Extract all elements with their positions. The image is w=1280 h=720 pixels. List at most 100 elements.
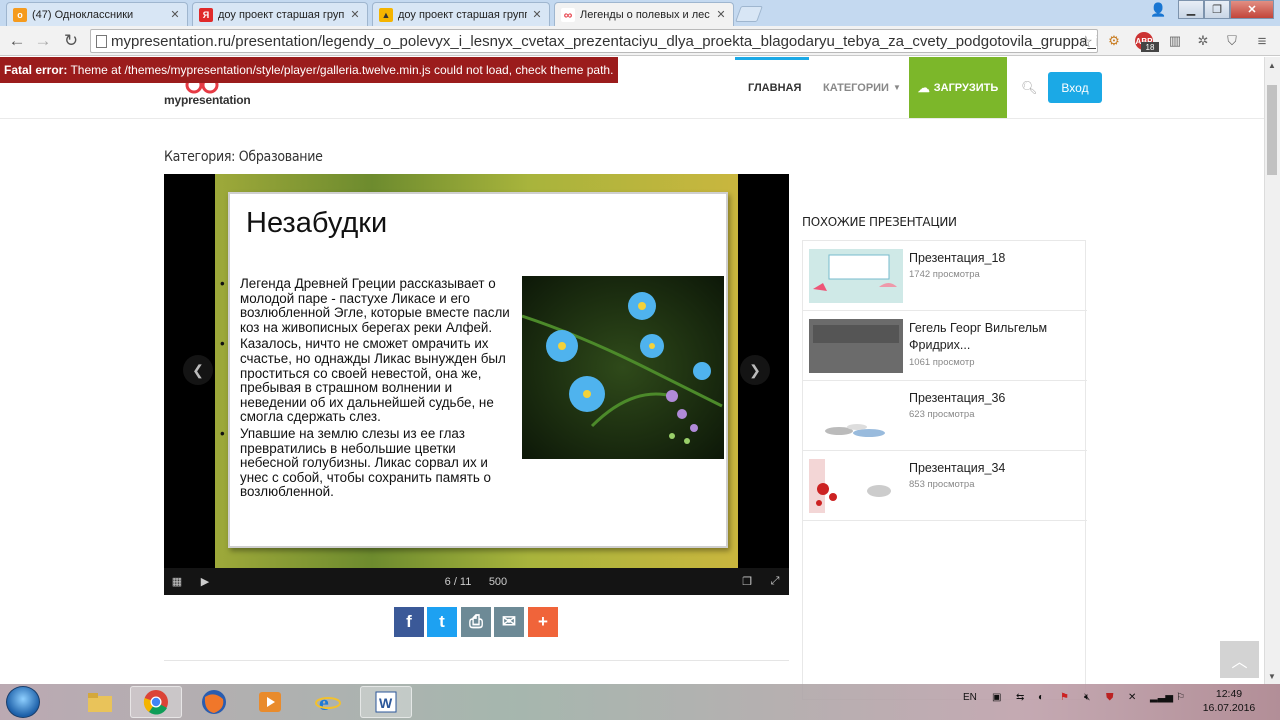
fullscreen-icon[interactable]: ⤢ bbox=[762, 568, 788, 595]
explorer-taskbar-icon[interactable] bbox=[74, 686, 126, 718]
forget-me-not-image bbox=[522, 276, 724, 459]
scroll-down-arrow-icon[interactable]: ▼ bbox=[1264, 668, 1280, 684]
tray-network-icon[interactable]: ⚐ bbox=[1176, 692, 1185, 703]
list-item-title[interactable]: Презентация_36 bbox=[909, 390, 1081, 407]
internet-explorer-icon: e bbox=[315, 690, 341, 715]
browser-tab-odnoklassniki[interactable]: o (47) Одноклассники ✕ bbox=[6, 2, 188, 26]
media-player-icon bbox=[259, 692, 281, 712]
scrollbar-thumb[interactable] bbox=[1267, 85, 1277, 175]
close-tab-icon[interactable]: ✕ bbox=[531, 8, 543, 21]
twitter-share-button[interactable]: t bbox=[427, 607, 457, 637]
back-to-top-button[interactable]: ︿ bbox=[1220, 641, 1259, 678]
scroll-up-arrow-icon[interactable]: ▲ bbox=[1264, 57, 1280, 73]
next-slide-button[interactable]: ❯ bbox=[740, 355, 770, 385]
slide-bullet: Казалось, ничто не сможет омрачить их сч… bbox=[219, 337, 516, 425]
nav-home[interactable]: ГЛАВНАЯ bbox=[748, 57, 801, 118]
firefox-taskbar-icon[interactable] bbox=[188, 686, 240, 718]
facebook-share-button[interactable]: f bbox=[394, 607, 424, 637]
tray-device-icon[interactable]: ▣ bbox=[992, 692, 1001, 703]
yandex-icon: Я bbox=[199, 7, 213, 22]
prev-slide-button[interactable]: ❮ bbox=[183, 355, 213, 385]
nav-categories[interactable]: КАТЕГОРИИ ▼ bbox=[823, 57, 901, 118]
user-profile-icon[interactable]: 👤 bbox=[1150, 2, 1170, 20]
windows-start-button[interactable] bbox=[6, 686, 40, 718]
reload-icon[interactable]: ↻ bbox=[60, 30, 82, 52]
slide-title: Незабудки bbox=[246, 207, 388, 239]
minimize-button[interactable]: ▁ bbox=[1178, 0, 1204, 19]
extension-icon[interactable]: ⚙ bbox=[1104, 31, 1124, 51]
cloud-upload-icon: ☁ bbox=[917, 80, 930, 95]
similar-presentations-list: Презентация_18 1742 просмотра Гегель Гео… bbox=[802, 240, 1087, 700]
list-item[interactable]: Презентация_18 1742 просмотра bbox=[803, 241, 1087, 311]
list-item[interactable]: Презентация_34 853 просмотра bbox=[803, 451, 1087, 521]
error-label: Fatal error: bbox=[4, 63, 68, 77]
nav-categories-label: КАТЕГОРИИ bbox=[823, 81, 889, 94]
list-item-views: 1742 просмотра bbox=[909, 269, 980, 280]
tab-title: (47) Одноклассники bbox=[32, 8, 134, 21]
chrome-taskbar-icon[interactable] bbox=[130, 686, 182, 718]
list-item-views: 853 просмотра bbox=[909, 479, 975, 490]
browser-tab-mypresentation[interactable]: ∞ Легенды о полевых и лес ✕ bbox=[554, 2, 734, 26]
tab-title: Легенды о полевых и лес bbox=[580, 8, 710, 21]
close-tab-icon[interactable]: ✕ bbox=[169, 8, 181, 21]
taskbar-clock[interactable]: 12:49 16.07.2016 bbox=[1200, 687, 1258, 715]
window-controls: ▁ ❐ ✕ bbox=[1178, 0, 1274, 19]
slide-bullet: Легенда Древней Греции рассказывает о мо… bbox=[219, 276, 516, 335]
caret-down-icon: ▼ bbox=[892, 83, 901, 92]
list-item-title[interactable]: Презентация_18 bbox=[909, 250, 1081, 267]
list-item-title[interactable]: Гегель Георг Вильгельм Фридрих... bbox=[909, 320, 1081, 354]
tab-title: доу проект старшая групп bbox=[398, 8, 527, 21]
close-window-button[interactable]: ✕ bbox=[1230, 0, 1274, 19]
upload-button[interactable]: ☁ ЗАГРУЗИТЬ bbox=[909, 57, 1007, 118]
slide-bullets: Легенда Древней Греции рассказывает о мо… bbox=[219, 276, 516, 502]
shield-icon[interactable]: ⛉ bbox=[1222, 31, 1242, 51]
maximize-button[interactable]: ❐ bbox=[1204, 0, 1230, 19]
barcode-icon[interactable]: ▥ bbox=[1165, 31, 1185, 51]
page-icon bbox=[96, 35, 107, 48]
menu-icon[interactable]: ≡ bbox=[1252, 31, 1272, 51]
nav-home-label: ГЛАВНАЯ bbox=[748, 81, 802, 94]
list-item-title[interactable]: Презентация_34 bbox=[909, 460, 1081, 477]
tray-network-share-icon[interactable]: ⇆ bbox=[1016, 692, 1024, 703]
popout-icon[interactable]: ❐ bbox=[734, 568, 760, 595]
url-text: mypresentation.ru/presentation/legendy_o… bbox=[111, 32, 1098, 50]
tray-flag-icon[interactable]: ⚑ bbox=[1060, 692, 1069, 703]
svg-text:e: e bbox=[319, 690, 329, 715]
list-item[interactable]: Презентация_36 623 просмотра bbox=[803, 381, 1087, 451]
back-arrow-icon[interactable]: ← bbox=[6, 30, 28, 52]
ie-taskbar-icon[interactable]: e bbox=[302, 686, 354, 718]
language-indicator[interactable]: EN bbox=[963, 692, 977, 703]
email-share-button[interactable]: ✉ bbox=[494, 607, 524, 637]
chrome-icon bbox=[143, 690, 168, 715]
slide-bullet: Упавшие на землю слезы из ее глаз превра… bbox=[219, 426, 516, 500]
word-icon: W bbox=[375, 691, 397, 713]
tray-muted-icon[interactable]: ✕ bbox=[1128, 692, 1136, 703]
tray-app-icon[interactable]: ◐ bbox=[1038, 692, 1044, 703]
tray-shield-icon[interactable]: ⛊ bbox=[1106, 692, 1114, 703]
folder-icon bbox=[88, 693, 112, 712]
address-bar[interactable]: mypresentation.ru/presentation/legendy_o… bbox=[90, 29, 1098, 53]
close-tab-icon[interactable]: ✕ bbox=[349, 8, 361, 21]
media-player-taskbar-icon[interactable] bbox=[244, 686, 296, 718]
forward-arrow-icon[interactable]: → bbox=[32, 30, 54, 52]
list-item-views: 1061 просмотр bbox=[909, 357, 975, 368]
print-button[interactable]: ⎙ bbox=[461, 607, 491, 637]
thumbnails-grid-icon[interactable]: ▦ bbox=[164, 568, 190, 595]
bookmark-star-icon[interactable]: ☆ bbox=[1079, 32, 1093, 52]
search-icon[interactable]: 🔍︎ bbox=[1021, 80, 1038, 96]
tab-title: доу проект старшая групп bbox=[218, 8, 345, 21]
fatal-error-bar: Fatal error: Theme at /themes/mypresenta… bbox=[0, 57, 619, 83]
tray-speaker-muted-icon[interactable]: 🔇︎ bbox=[1084, 692, 1090, 703]
close-tab-icon[interactable]: ✕ bbox=[715, 8, 727, 21]
tray-signal-icon[interactable]: ▂▃▅ bbox=[1150, 692, 1173, 703]
more-share-button[interactable]: + bbox=[528, 607, 558, 637]
browser-tab-yandex-images[interactable]: ▲ доу проект старшая групп ✕ bbox=[372, 2, 550, 26]
list-item[interactable]: Гегель Георг Вильгельм Фридрих... 1061 п… bbox=[803, 311, 1087, 381]
site-logo[interactable]: mypresentation bbox=[164, 93, 251, 107]
list-item-views: 623 просмотра bbox=[909, 409, 975, 420]
login-button[interactable]: Вход bbox=[1048, 72, 1102, 103]
play-icon[interactable]: ▶ bbox=[192, 568, 218, 595]
browser-tab-yandex[interactable]: Я доу проект старшая групп ✕ bbox=[192, 2, 368, 26]
extension-gear-icon[interactable]: ✲ bbox=[1193, 31, 1213, 51]
word-taskbar-icon[interactable]: W bbox=[360, 686, 412, 718]
